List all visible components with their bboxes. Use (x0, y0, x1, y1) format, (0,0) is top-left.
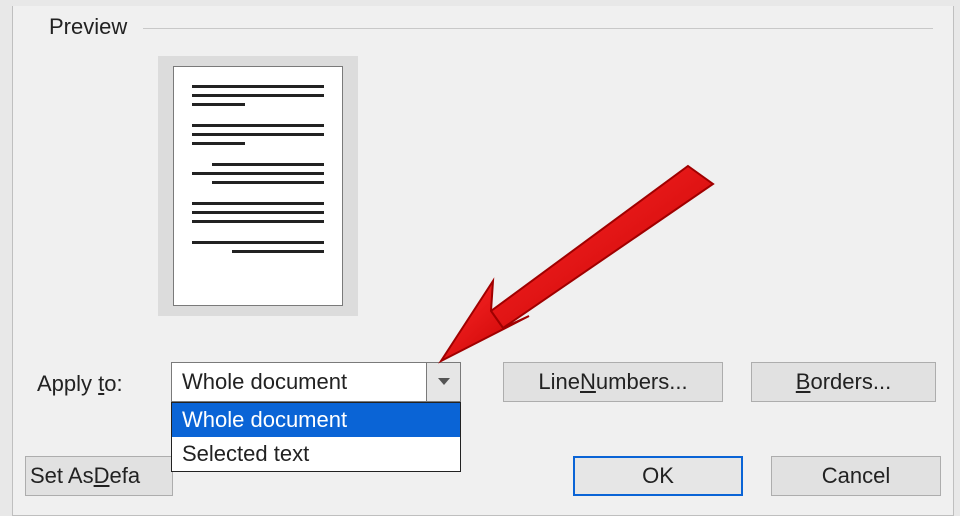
ok-button[interactable]: OK (573, 456, 743, 496)
page-preview (158, 56, 358, 316)
apply-to-selected-value: Whole document (172, 369, 426, 395)
borders-button[interactable]: Borders... (751, 362, 936, 402)
apply-to-label: Apply to: (37, 371, 123, 397)
red-arrow-annotation (433, 156, 723, 366)
apply-to-option-selected-text[interactable]: Selected text (172, 437, 460, 471)
apply-to-dropdown-list[interactable]: Whole document Selected text (171, 402, 461, 472)
line-numbers-button[interactable]: Line Numbers... (503, 362, 723, 402)
preview-page-icon (173, 66, 343, 306)
cancel-button[interactable]: Cancel (771, 456, 941, 496)
apply-to-combobox[interactable]: Whole document (171, 362, 461, 402)
chevron-down-icon[interactable] (426, 363, 460, 401)
page-setup-dialog: Preview (0, 0, 960, 516)
preview-group-divider (143, 28, 933, 29)
set-as-default-button[interactable]: Set As Defa (25, 456, 173, 496)
apply-to-option-whole-document[interactable]: Whole document (172, 403, 460, 437)
preview-group-label: Preview (43, 14, 133, 40)
dialog-body: Preview (12, 6, 954, 516)
